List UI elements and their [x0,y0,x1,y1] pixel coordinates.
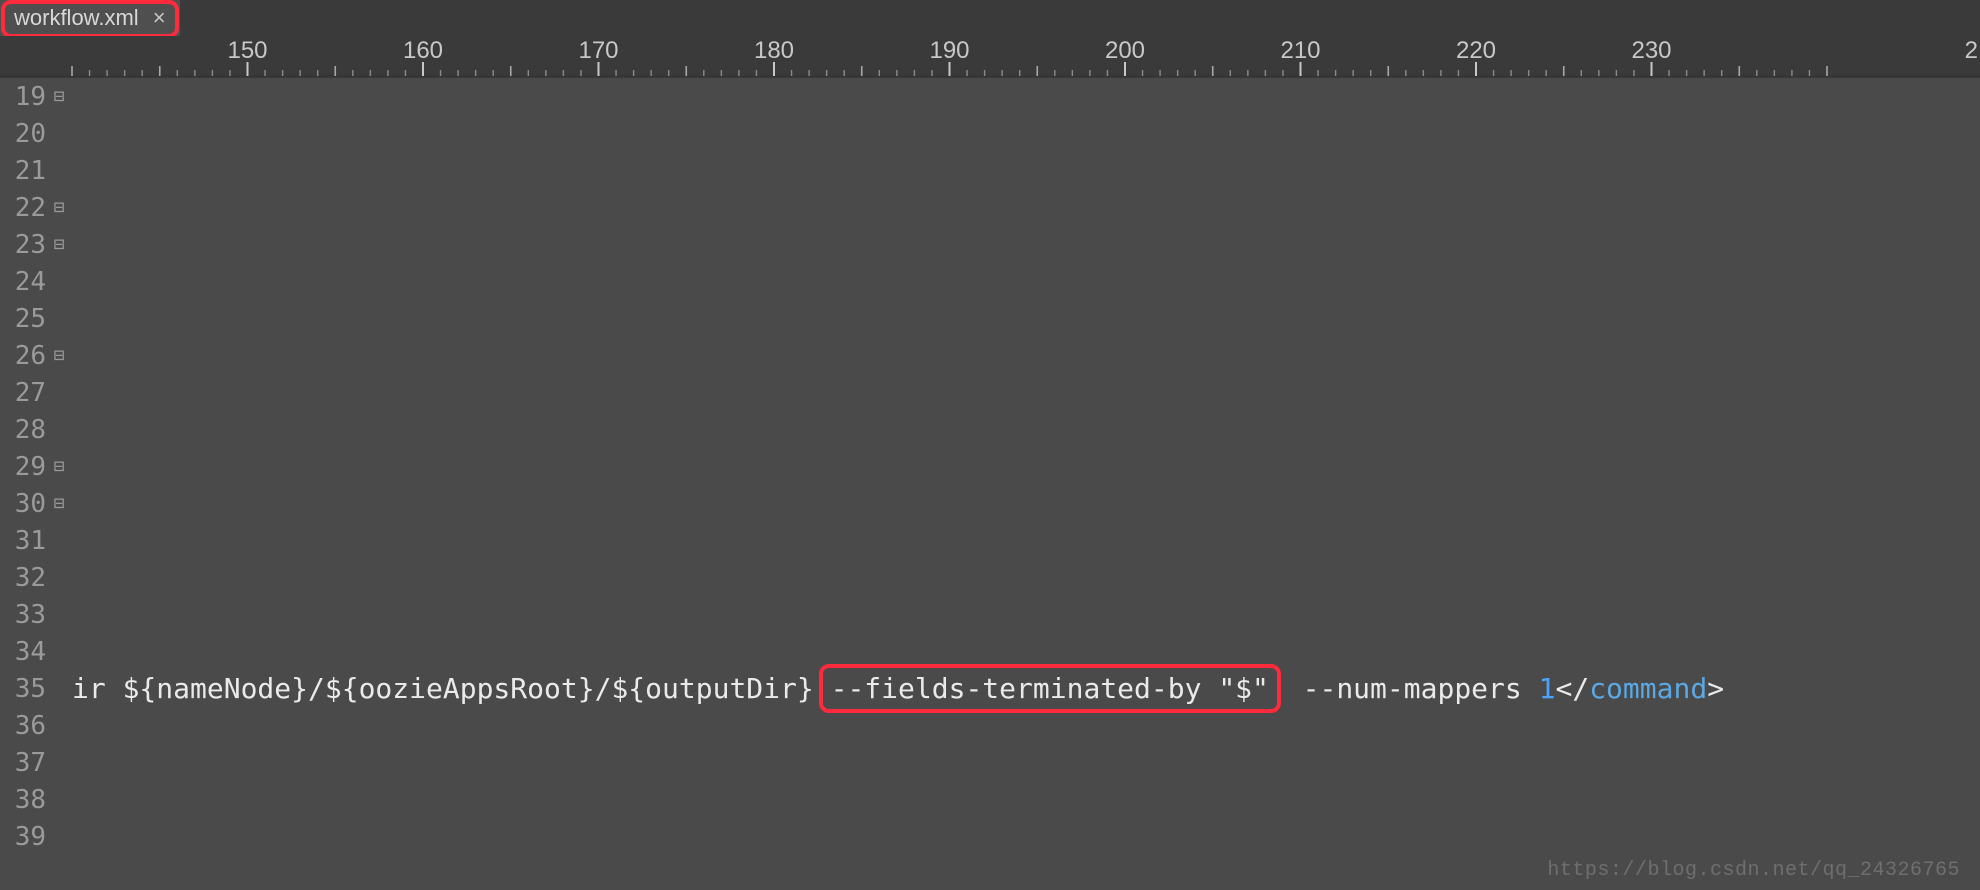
line-number: 23 [0,230,50,260]
line-number: 22 [0,193,50,223]
gutter-row: 25 [0,300,72,337]
code-token: </ [1555,672,1589,705]
code-token: command [1589,672,1707,705]
line-number: 36 [0,711,50,741]
fold-icon[interactable]: ⊟ [50,347,68,365]
file-tab[interactable]: workflow.xml × [0,0,180,36]
column-ruler: 150 160 170 180 190 200 210 220 230 2 [0,36,1980,78]
ruler-label: 170 [578,37,618,64]
line-number: 32 [0,563,50,593]
code-token: --fields-terminated-by "$" [831,672,1269,705]
line-number: 29 [0,452,50,482]
line-number: 20 [0,119,50,149]
gutter-row: 37 [0,744,72,781]
fold-icon[interactable]: ⊟ [50,236,68,254]
code-content[interactable]: ir ${nameNode}/${oozieAppsRoot}/${output… [72,78,1980,890]
ruler-label: 210 [1280,37,1320,64]
gutter-row: 32 [0,559,72,596]
code-token: --num-mappers [1269,672,1539,705]
line-number: 33 [0,600,50,630]
gutter-row: 24 [0,263,72,300]
line-number: 38 [0,785,50,815]
ruler-label-partial: 2 [1965,37,1978,64]
watermark: https://blog.csdn.net/qq_24326765 [1547,859,1960,882]
line-number: 24 [0,267,50,297]
tab-filename: workflow.xml [14,5,139,31]
code-token: ir ${nameNode}/${oozieAppsRoot}/${output… [72,672,831,705]
gutter-row: 28 [0,411,72,448]
gutter-row: 38 [0,781,72,818]
code-token: 1 [1539,672,1556,705]
gutter-row: 22⊟ [0,189,72,226]
gutter-row: 20 [0,115,72,152]
gutter-row: 35 [0,670,72,707]
fold-icon[interactable]: ⊟ [50,458,68,476]
gutter-row: 29⊟ [0,448,72,485]
ruler-label: 200 [1105,37,1145,64]
line-number: 21 [0,156,50,186]
gutter-row: 34 [0,633,72,670]
gutter-row: 33 [0,596,72,633]
ruler-label: 190 [929,37,969,64]
line-number: 28 [0,415,50,445]
close-icon[interactable]: × [153,7,166,29]
gutter-row: 23⊟ [0,226,72,263]
line-number: 19 [0,82,50,112]
fold-icon[interactable]: ⊟ [50,199,68,217]
line-number: 39 [0,822,50,852]
line-number: 31 [0,526,50,556]
line-number: 35 [0,674,50,704]
fold-icon[interactable]: ⊟ [50,495,68,513]
ruler-label: 180 [754,37,794,64]
gutter-row: 19⊟ [0,78,72,115]
gutter-row: 30⊟ [0,485,72,522]
line-number: 25 [0,304,50,334]
gutter-row: 36 [0,707,72,744]
gutter-row: 26⊟ [0,337,72,374]
line-number: 34 [0,637,50,667]
ruler-label: 230 [1631,37,1671,64]
ruler-label: 150 [227,37,267,64]
gutter-row: 27 [0,374,72,411]
fold-icon[interactable]: ⊟ [50,88,68,106]
line-number-gutter: 19⊟202122⊟23⊟242526⊟272829⊟30⊟3132333435… [0,78,72,890]
ruler-label: 160 [403,37,443,64]
gutter-row: 39 [0,818,72,855]
editor-area[interactable]: 19⊟202122⊟23⊟242526⊟272829⊟30⊟3132333435… [0,78,1980,890]
code-token: > [1707,672,1724,705]
tab-strip: workflow.xml × [0,0,1980,36]
line-number: 30 [0,489,50,519]
ruler-label: 220 [1456,37,1496,64]
gutter-row: 31 [0,522,72,559]
line-number: 27 [0,378,50,408]
line-number: 26 [0,341,50,371]
gutter-row: 21 [0,152,72,189]
line-number: 37 [0,748,50,778]
code-line[interactable]: ir ${nameNode}/${oozieAppsRoot}/${output… [72,670,1724,707]
